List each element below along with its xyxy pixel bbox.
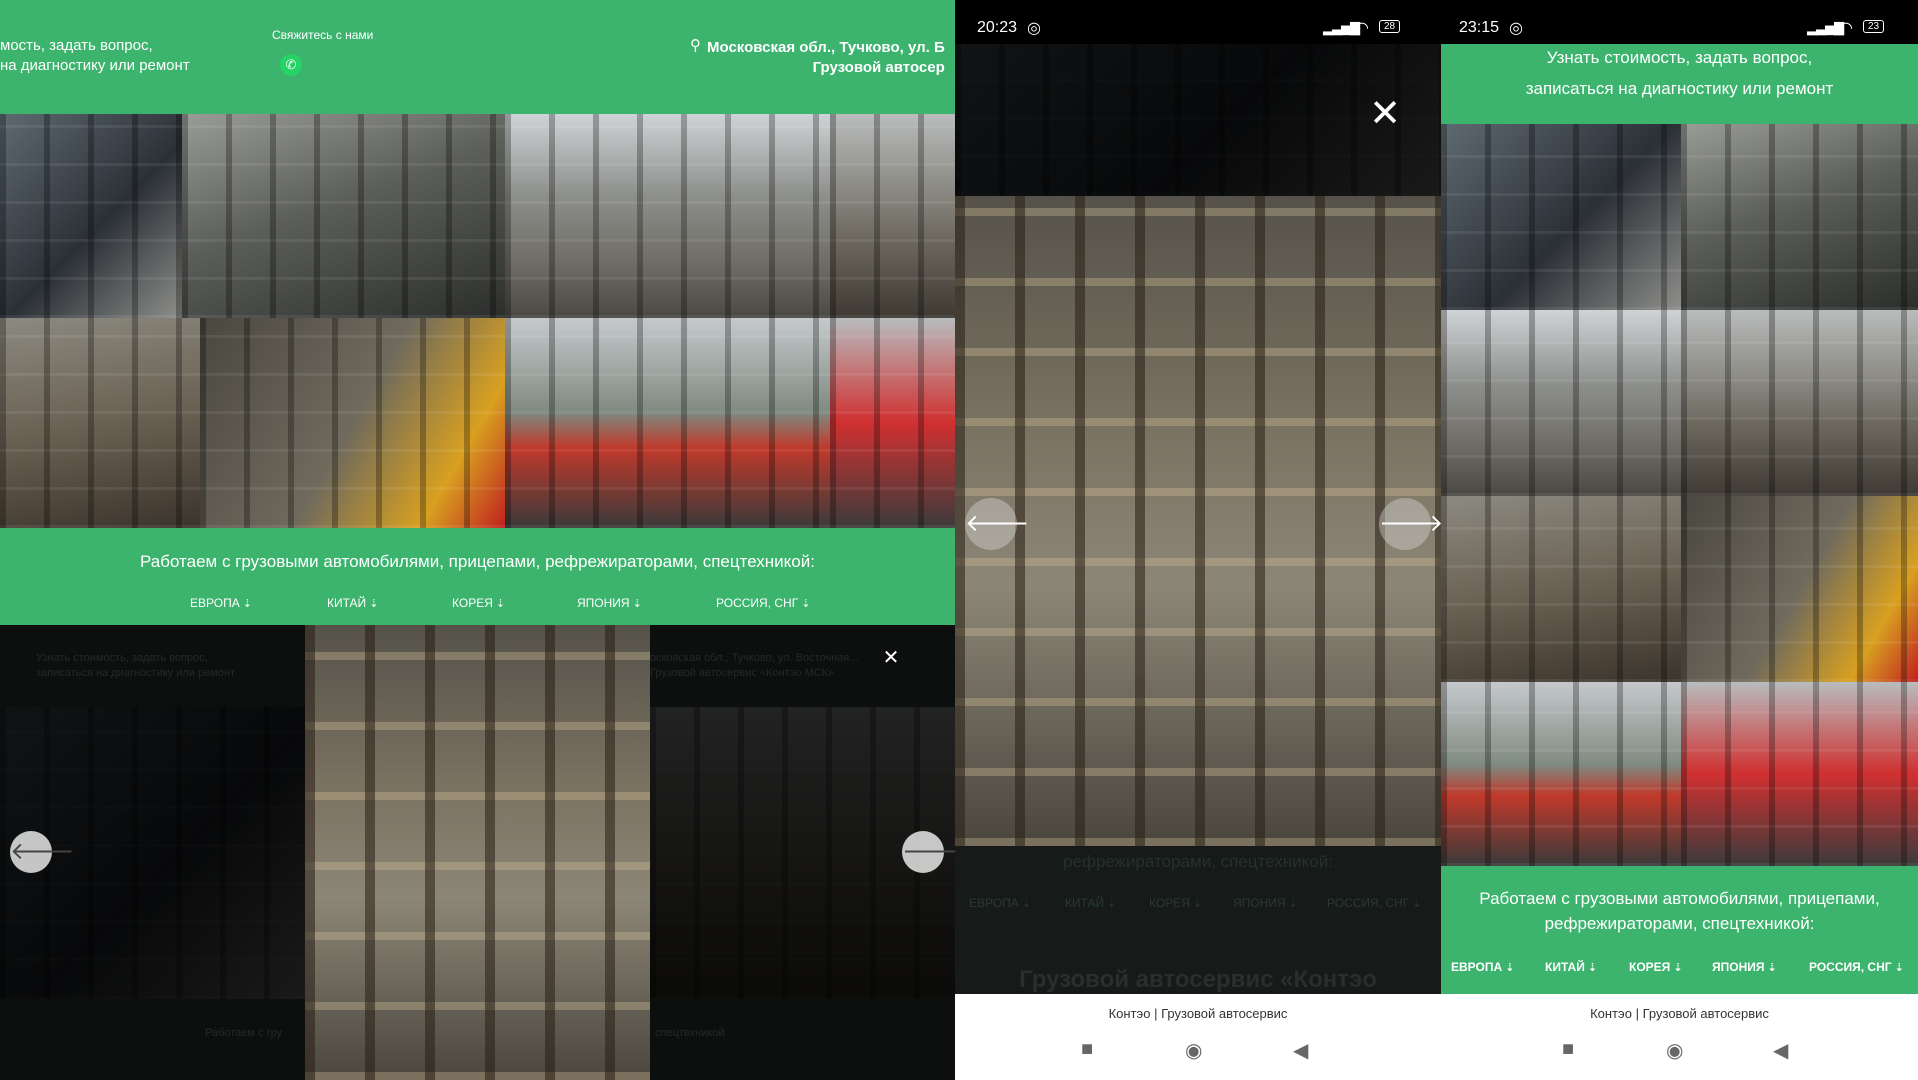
status-bar: 20:23 ◎ ▂▃▅▇ ◠ 28 (955, 0, 1441, 44)
mobile-site-panel: 23:15 ◎ ▂▃▅▇ ◠ 23 Узнать стоимость, зада… (1441, 0, 1918, 1080)
category-korea[interactable]: КОРЕЯ (452, 596, 505, 610)
browser-nav-bar: Контэо | Грузовой автосервис ■ ◉ ◀ (955, 994, 1441, 1080)
lightbox-bg-footer-right: спецтехникой (655, 1027, 725, 1039)
photo-steering-gear[interactable] (182, 114, 505, 318)
signal-icon: ▂▃▅▇ (1807, 20, 1844, 35)
lightbox-bg-text-right: осковская обл., Тучково, ул. Восточная..… (650, 652, 859, 679)
category-china[interactable]: КИТАЙ (327, 596, 378, 610)
bg-category-russia-cis: РОССИЯ, СНГ (1327, 896, 1421, 910)
photo-steering-gear[interactable] (1681, 124, 1918, 310)
sync-icon: ◎ (1027, 20, 1041, 37)
category-russia-cis[interactable]: РОССИЯ, СНГ (1809, 960, 1904, 974)
status-time: 23:15 (1459, 19, 1500, 36)
battery-icon: 28 (1379, 20, 1401, 33)
photo-diagnostics[interactable] (0, 114, 182, 318)
nav-circle-icon[interactable]: ◉ (1666, 1038, 1683, 1063)
location-pin-icon: ⚲ (690, 37, 701, 54)
category-europe[interactable]: ЕВРОПА (190, 596, 252, 610)
nav-square-icon[interactable]: ■ (1562, 1038, 1574, 1061)
photo-trucks-hall[interactable] (505, 318, 830, 528)
category-russia-cis[interactable]: РОССИЯ, СНГ (716, 596, 810, 610)
sync-icon: ◎ (1509, 20, 1523, 37)
header-cta-text[interactable]: мость, задать вопрос, на диагностику или… (0, 36, 190, 76)
bg-category-korea: КОРЕЯ (1149, 896, 1202, 910)
lightbox-close-button[interactable]: ✕ (878, 645, 904, 671)
lightbox-bg-page: рефрежираторами, спецтехникой: ЕВРОПА КИ… (955, 846, 1441, 994)
nav-square-icon[interactable]: ■ (1081, 1038, 1093, 1061)
category-japan[interactable]: ЯПОНИЯ (1712, 960, 1777, 974)
bg-subtitle: рефрежираторами, спецтехникой: (1063, 852, 1333, 871)
header-cta-text[interactable]: Узнать стоимость, задать вопрос, записат… (1441, 42, 1918, 104)
category-korea[interactable]: КОРЕЯ (1629, 960, 1683, 974)
lightbox-image-frame (305, 625, 650, 1080)
whatsapp-icon[interactable]: ✆ (280, 54, 302, 76)
status-bar: 23:15 ◎ ▂▃▅▇ ◠ 23 (1441, 0, 1918, 44)
bg-category-japan: ЯПОНИЯ (1233, 896, 1298, 910)
photo-workshop[interactable] (1681, 310, 1918, 496)
lightbox-next-button[interactable]: 🡒 (902, 831, 955, 873)
photo-trailer-repair[interactable] (1441, 310, 1681, 496)
page-title: Контэо | Грузовой автосервис (1108, 1006, 1288, 1021)
photo-red-truck[interactable] (830, 318, 955, 528)
contact-label: Свяжитесь с нами (272, 28, 374, 42)
banner-text: Работаем с грузовыми автомобилями, прице… (1479, 889, 1880, 933)
photo-trucks-hall[interactable] (1441, 682, 1681, 866)
mobile-lightbox-panel: 20:23 ◎ ▂▃▅▇ ◠ 28 ✕ 🡐 🡒 рефрежираторами,… (955, 0, 1441, 1080)
lightbox-bg-text-left: Узнать стоимость, задать вопрос, записат… (36, 652, 236, 679)
status-time: 20:23 (977, 19, 1018, 36)
banner-text: Работаем с грузовыми автомобилями, прице… (140, 552, 815, 571)
lightbox-prev-button[interactable]: 🡐 (965, 498, 1029, 550)
lightbox-prev-button[interactable]: 🡐 (10, 831, 74, 873)
photo-workshop[interactable] (830, 114, 955, 318)
nav-circle-icon[interactable]: ◉ (1185, 1038, 1202, 1063)
page-title: Контэо | Грузовой автосервис (1590, 1006, 1769, 1021)
photo-frame[interactable] (1441, 496, 1681, 682)
category-europe[interactable]: ЕВРОПА (1451, 960, 1514, 974)
wifi-icon: ◠ (1839, 20, 1853, 37)
browser-nav-bar: Контэо | Грузовой автосервис ■ ◉ ◀ (1441, 994, 1918, 1080)
nav-back-icon[interactable]: ◀ (1773, 1038, 1788, 1063)
photo-tractor-units[interactable] (200, 318, 505, 528)
desktop-site-panel: мость, задать вопрос, на диагностику или… (0, 0, 955, 1080)
lightbox-overlay[interactable]: Узнать стоимость, задать вопрос, записат… (0, 625, 955, 1080)
photo-tractor-units[interactable] (1681, 496, 1918, 682)
wifi-icon: ◠ (1355, 20, 1369, 37)
signal-icon: ▂▃▅▇ (1323, 20, 1360, 35)
address-text: Московская обл., Тучково, ул. Б Грузовой… (707, 39, 945, 76)
category-japan[interactable]: ЯПОНИЯ (577, 596, 642, 610)
bg-category-europe: ЕВРОПА (969, 896, 1031, 910)
photo-red-truck[interactable] (1681, 682, 1918, 866)
nav-back-icon[interactable]: ◀ (1293, 1038, 1308, 1063)
bg-category-china: КИТАЙ (1065, 896, 1116, 910)
bg-heading: Грузовой автосервис «Контэо (1019, 966, 1377, 993)
lightbox-close-button[interactable]: ✕ (1363, 92, 1407, 136)
lightbox-next-button[interactable]: 🡒 (1379, 498, 1441, 550)
lightbox-bg-footer-left: Работаем с гру (205, 1027, 283, 1039)
photo-frame[interactable] (0, 318, 200, 528)
battery-icon: 23 (1863, 20, 1885, 33)
photo-trailer-repair[interactable] (505, 114, 830, 318)
category-china[interactable]: КИТАЙ (1545, 960, 1597, 974)
photo-diagnostics[interactable] (1441, 124, 1681, 310)
